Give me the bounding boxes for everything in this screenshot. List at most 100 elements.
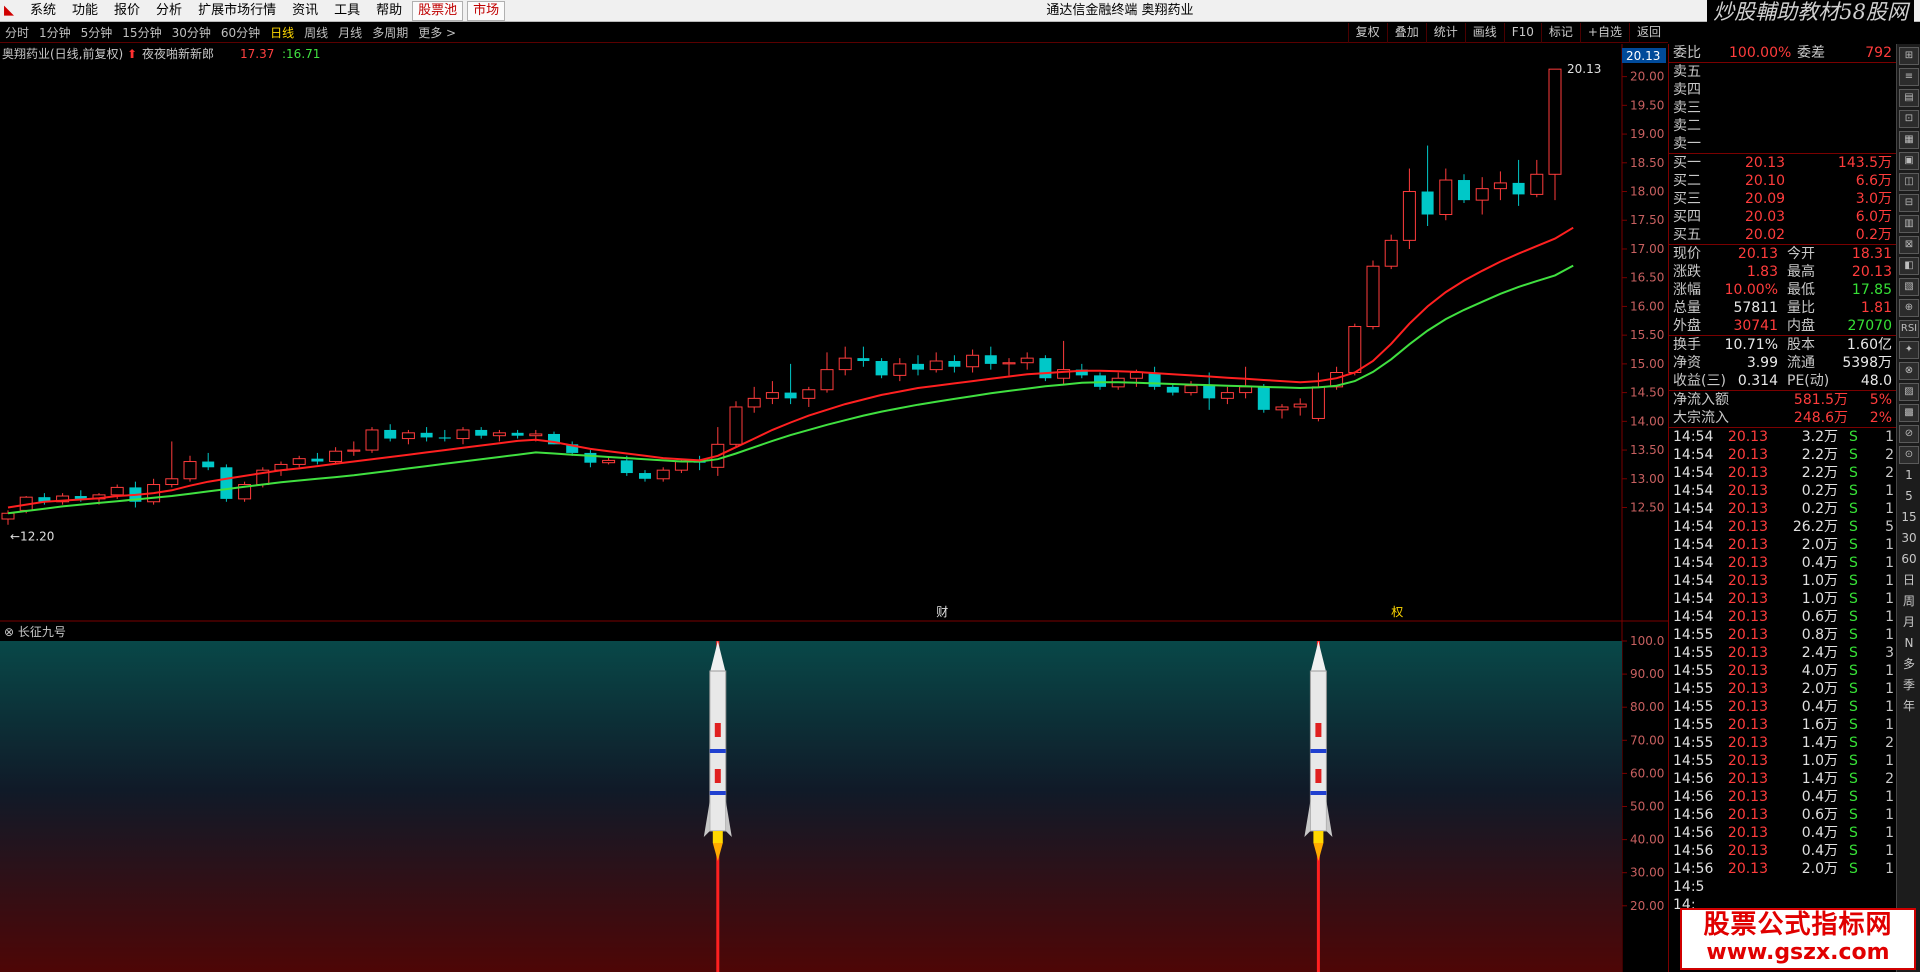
tool-button[interactable]: 返回 — [1628, 23, 1668, 43]
sidebar-button[interactable]: 15 — [1899, 509, 1919, 527]
buy-row: 买一 20.13 143.5万 — [1669, 154, 1896, 172]
candle — [729, 401, 743, 448]
sidebar-button[interactable]: 多 — [1899, 656, 1919, 674]
fin-label: 流通 — [1787, 355, 1815, 371]
period-tab[interactable]: 5分钟 — [76, 23, 118, 43]
sidebar-button[interactable]: 30 — [1899, 530, 1919, 548]
sub-tick-label: 20.00 — [1630, 899, 1664, 913]
tick-cell: 14:54 — [1673, 555, 1714, 571]
menu-item[interactable]: 帮助 — [368, 0, 410, 22]
sidebar-button[interactable]: 季 — [1899, 677, 1919, 695]
rights-marker[interactable]: 权 — [1391, 605, 1403, 619]
candle — [1348, 323, 1362, 376]
sub-indicator-title: ⊗ 长征九号 — [4, 625, 66, 639]
period-toolbar: 分时 1分钟 5分钟 15分钟 30分钟 60分钟 日线 周线 月线 多周期 更多 > 复权 叠加 统计… — [0, 23, 1668, 43]
finance-marker[interactable]: 财 — [936, 605, 948, 619]
stat-row: 外盘 30741 内盘 27070 — [1669, 317, 1896, 335]
menu-item[interactable]: 资讯 — [284, 0, 326, 22]
tool-button[interactable]: 标记 — [1540, 23, 1580, 43]
menu-item[interactable]: 工具 — [326, 0, 368, 22]
period-tab[interactable]: 60分钟 — [216, 23, 265, 43]
tool-button[interactable]: 画线 — [1464, 23, 1504, 43]
sidebar-button[interactable]: ▥ — [1899, 215, 1919, 233]
tick-row: 14:56 20.13 0.6万 S 1 — [1669, 806, 1896, 824]
menu-item[interactable]: 分析 — [148, 0, 190, 22]
up-arrow-icon: ⬆ — [127, 47, 137, 61]
buy-price: 20.09 — [1745, 191, 1786, 207]
sidebar-button[interactable]: ▩ — [1899, 404, 1919, 422]
kline-chart[interactable]: 奥翔药业(日线,前复权) ⬆ 夜夜啪新新郎 17.37:16.71 20.00 19.50… — [0, 44, 1668, 972]
sidebar-button[interactable]: ⊟ — [1899, 194, 1919, 212]
tool-button[interactable]: 统计 — [1425, 23, 1465, 43]
tick-cell: 20.13 — [1727, 465, 1768, 481]
sidebar-button[interactable]: 年 — [1899, 698, 1919, 716]
menu-item[interactable]: 报价 — [106, 0, 148, 22]
flow-row: 净流入额 581.5万 5% — [1669, 391, 1896, 409]
period-tab[interactable]: 多周期 — [367, 23, 413, 43]
tick-cell: 14:54 — [1673, 465, 1714, 481]
sidebar-button[interactable]: ⊠ — [1899, 236, 1919, 254]
sidebar-button[interactable]: ⊘ — [1899, 425, 1919, 443]
period-tab[interactable]: 月线 — [333, 23, 367, 43]
app-logo-icon[interactable]: ◣ — [4, 0, 22, 22]
sidebar-button[interactable]: 60 — [1899, 551, 1919, 569]
sidebar-button[interactable]: ▨ — [1899, 383, 1919, 401]
buy-row: 买三 20.09 3.0万 — [1669, 190, 1896, 208]
tool-button[interactable]: 叠加 — [1386, 23, 1426, 43]
period-tab[interactable]: 日线 — [265, 23, 299, 43]
tick-cell: 20.13 — [1727, 645, 1768, 661]
chart-area[interactable]: 奥翔药业(日线,前复权) ⬆ 夜夜啪新新郎 17.37:16.71 20.00 19.50… — [0, 44, 1668, 972]
sidebar-button[interactable]: ⊕ — [1899, 299, 1919, 317]
tool-button[interactable]: F10 — [1503, 23, 1541, 43]
sidebar-button[interactable]: 1 — [1899, 467, 1919, 485]
tick-cell: 14:5 — [1673, 879, 1705, 895]
tick-cell: S — [1849, 555, 1858, 571]
sidebar-button[interactable]: ⊗ — [1899, 362, 1919, 380]
period-tab[interactable]: 30分钟 — [167, 23, 216, 43]
sidebar-button[interactable]: 月 — [1899, 614, 1919, 632]
sidebar-button[interactable]: ▣ — [1899, 152, 1919, 170]
sidebar-button[interactable]: ▤ — [1899, 89, 1919, 107]
menu-item[interactable]: 系统 — [22, 0, 64, 22]
red-tab[interactable]: 市场 — [467, 1, 506, 21]
sidebar-button[interactable]: N — [1899, 635, 1919, 653]
price-tick-label: 16.00 — [1630, 299, 1664, 313]
sidebar-button[interactable]: 周 — [1899, 593, 1919, 611]
tool-button[interactable]: 复权 — [1347, 23, 1387, 43]
tick-row: 14:55 20.13 0.4万 S 1 — [1669, 698, 1896, 716]
period-tab[interactable]: 分时 — [0, 23, 34, 43]
window-title: 通达信金融终端 奥翔药业 — [1046, 3, 1194, 18]
chart-tools: 复权 叠加 统计 画线 F10 标记 +自选 返回 — [1347, 23, 1668, 43]
buy-label: 买五 — [1673, 227, 1701, 243]
red-tab[interactable]: 股票池 — [412, 1, 464, 21]
sidebar-button[interactable]: ▧ — [1899, 278, 1919, 296]
tick-row: 14:54 20.13 1.0万 S 1 — [1669, 572, 1896, 590]
sell-label: 卖三 — [1673, 100, 1701, 116]
sidebar-button[interactable]: ⊡ — [1899, 110, 1919, 128]
buy-volume: 0.2万 — [1855, 227, 1892, 243]
sidebar-button[interactable]: ✦ — [1899, 341, 1919, 359]
sidebar-button[interactable]: ◧ — [1899, 257, 1919, 275]
sidebar-button[interactable]: RSI — [1899, 320, 1919, 338]
period-tab[interactable]: 更多 > — [413, 23, 461, 43]
sidebar-button[interactable]: ≡ — [1899, 68, 1919, 86]
sidebar-button[interactable]: ▦ — [1899, 131, 1919, 149]
tick-row: 14:54 20.13 2.2万 S 2 — [1669, 464, 1896, 482]
menu-item[interactable]: 扩展市场行情 — [190, 0, 284, 22]
sidebar-button[interactable]: 5 — [1899, 488, 1919, 506]
tool-button[interactable]: +自选 — [1579, 23, 1629, 43]
tick-cell: 1 — [1885, 573, 1894, 589]
period-tab[interactable]: 1分钟 — [34, 23, 76, 43]
tick-cell: 1 — [1885, 699, 1894, 715]
sidebar-button[interactable]: ◫ — [1899, 173, 1919, 191]
sidebar-button[interactable]: ⊙ — [1899, 446, 1919, 464]
tick-cell: 20.13 — [1727, 483, 1768, 499]
sidebar-button[interactable]: ⊞ — [1899, 47, 1919, 65]
period-tab[interactable]: 15分钟 — [117, 23, 166, 43]
period-tab[interactable]: 周线 — [299, 23, 333, 43]
menu-item[interactable]: 功能 — [64, 0, 106, 22]
tick-row: 14:5 — [1669, 878, 1896, 896]
tick-list[interactable]: 14:54 20.13 3.2万 S 1 14:54 20.13 2.2万 S 2 14:54 20.… — [1669, 428, 1896, 914]
sidebar-button[interactable]: 日 — [1899, 572, 1919, 590]
watermark-line1: 股票公式指标网 — [1703, 910, 1893, 940]
